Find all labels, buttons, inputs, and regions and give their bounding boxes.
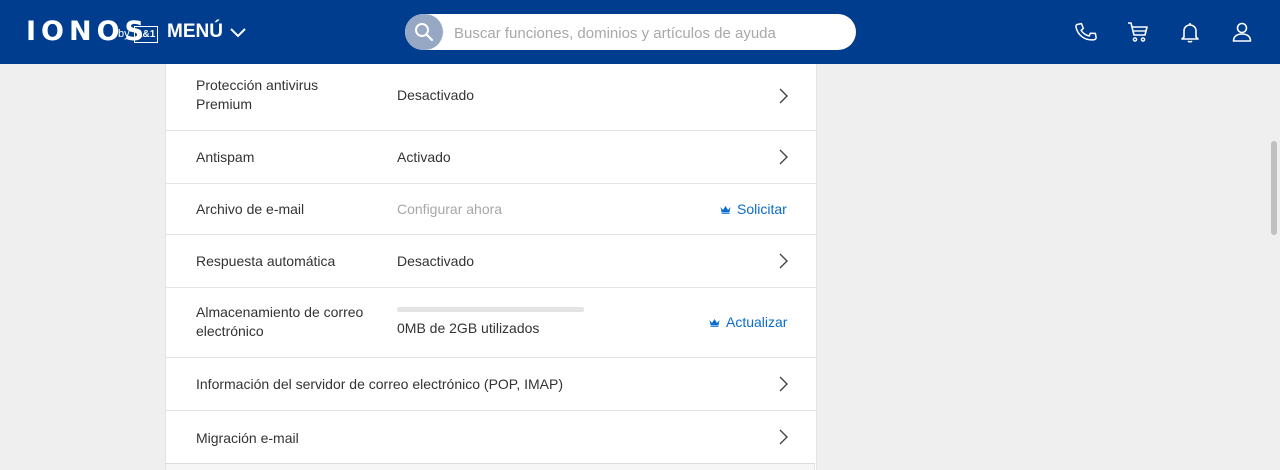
phone-button[interactable] [1073,19,1099,45]
storage-usage-text: 0MB de 2GB utilizados [397,320,540,336]
settings-row-antivirus[interactable]: Protección antivirus Premium Desactivado [166,64,816,131]
chevron-right-icon[interactable] [776,87,790,105]
request-archive-link[interactable]: Solicitar [720,200,787,219]
row-label: Protección antivirus Premium [196,76,318,114]
account-button[interactable] [1229,19,1255,45]
request-archive-label: Solicitar [737,201,787,217]
row-label: Archivo de e-mail [196,201,305,217]
row-value: Configurar ahora [397,201,503,217]
settings-row-auto-reply[interactable]: Respuesta automática Desactivado [166,235,816,288]
user-icon [1232,22,1252,42]
storage-usage-bar [397,307,584,312]
email-settings-panel: Protección antivirus Premium Desactivado… [165,64,817,470]
chevron-right-icon[interactable] [776,148,790,166]
cart-icon [1128,22,1148,42]
page-scrollbar-thumb[interactable] [1271,141,1277,235]
search-icon [415,23,434,42]
settings-row-storage: Almacenamiento de correo electrónico 0MB… [166,288,816,358]
search-button[interactable] [405,14,443,50]
crown-icon [720,206,731,214]
row-label: Almacenamiento de correo electrónico [196,303,363,341]
panel-bottom-edge [165,463,815,470]
phone-icon [1075,22,1097,41]
row-value: Desactivado [397,87,475,103]
row-label: Migración e-mail [196,430,299,446]
row-value: Activado [397,149,451,165]
cart-button[interactable] [1125,19,1151,45]
upgrade-storage-label: Actualizar [726,314,788,330]
chevron-right-icon[interactable] [776,375,790,393]
crown-icon [709,319,720,327]
menu-label: MENÚ [167,21,223,42]
row-label: Información del servidor de correo elect… [196,376,564,392]
row-label: Antispam [196,149,255,165]
row-label-line1: Protección antivirus [196,77,319,93]
row-label-line2: electrónico [196,323,264,339]
notifications-button[interactable] [1177,19,1203,45]
chevron-right-icon[interactable] [776,252,790,270]
ionos-logo[interactable]: IONOS [26,17,149,47]
chevron-right-icon[interactable] [776,428,790,446]
chevron-down-icon [230,28,246,38]
search-bar [405,14,856,50]
row-label-line2: Premium [196,96,253,112]
search-input[interactable] [452,14,846,50]
settings-row-antispam[interactable]: Antispam Activado [166,131,816,184]
logo-by-text: by [118,28,130,40]
upgrade-storage-link[interactable]: Actualizar [709,313,787,332]
logo-1and1-badge: 1&1 [134,26,159,43]
row-value: Desactivado [397,253,475,269]
bell-icon [1181,23,1199,43]
settings-row-email-migration[interactable]: Migración e-mail [166,411,816,463]
row-label: Respuesta automática [196,253,336,269]
menu-button[interactable]: MENÚ [167,18,247,46]
settings-row-server-info[interactable]: Información del servidor de correo elect… [166,358,816,411]
row-label-line1: Almacenamiento de correo [196,304,364,320]
top-navigation-bar: IONOS by 1&1 MENÚ [0,0,1280,64]
settings-row-email-archive: Archivo de e-mail Configurar ahora Solic… [166,184,816,235]
